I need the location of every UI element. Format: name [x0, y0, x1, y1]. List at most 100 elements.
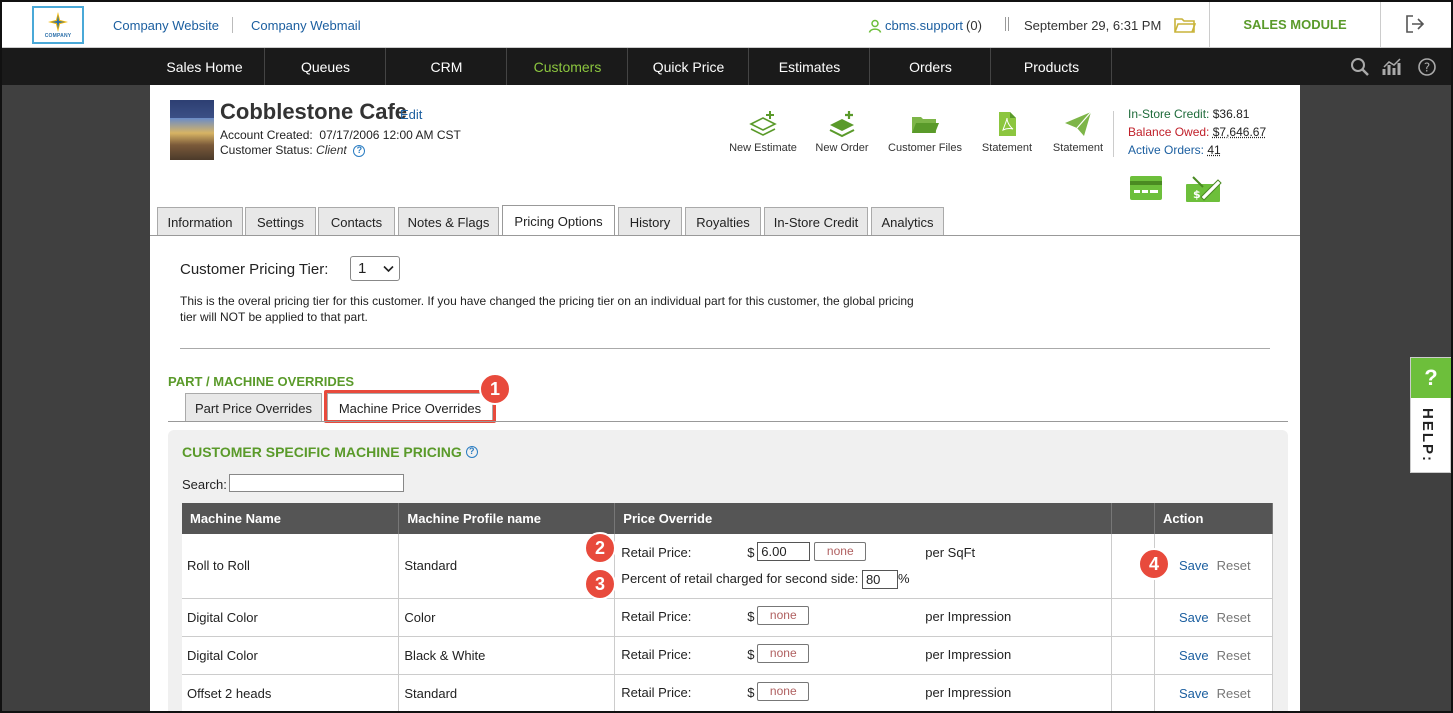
- save-button[interactable]: Save: [1179, 686, 1209, 701]
- statement-pdf-button[interactable]: Statement: [967, 110, 1047, 154]
- statement-send-button[interactable]: Statement: [1038, 110, 1118, 154]
- write-check-icon[interactable]: $: [1185, 175, 1223, 203]
- pricing-tier-select[interactable]: 1: [350, 256, 400, 281]
- tab-settings[interactable]: Settings: [245, 207, 316, 236]
- col-machine-name: Machine Name: [182, 503, 400, 534]
- reset-button[interactable]: Reset: [1217, 610, 1251, 625]
- retail-price-input[interactable]: 6.00: [757, 542, 811, 562]
- machine-name: Digital Color: [182, 636, 400, 675]
- info-icon[interactable]: ?: [465, 446, 478, 458]
- pdf-icon: [999, 112, 1016, 136]
- divider: [1005, 17, 1009, 31]
- pricing-tier-description: This is the overal pricing tier for this…: [180, 294, 914, 324]
- pricing-tier-value: 1: [358, 260, 367, 277]
- new-estimate-button[interactable]: New Estimate: [723, 110, 803, 154]
- save-button[interactable]: Save: [1179, 648, 1209, 663]
- credit-card-icon[interactable]: [1129, 175, 1163, 201]
- help-widget[interactable]: ? HELP:: [1410, 357, 1451, 473]
- reset-button[interactable]: Reset: [1217, 558, 1251, 573]
- retail-price-label: Retail Price:: [621, 545, 692, 561]
- user-icon: [868, 19, 882, 33]
- step-badge-3: 3: [584, 568, 616, 600]
- tab-part-price-overrides[interactable]: Part Price Overrides: [185, 393, 322, 422]
- unit-label: per SqFt: [925, 545, 976, 561]
- machine-name: Roll to Roll: [182, 534, 400, 599]
- blank-cell: [1111, 636, 1155, 675]
- nav-customers[interactable]: Customers: [508, 48, 628, 85]
- customer-name: Cobblestone Cafe: [220, 99, 408, 124]
- customer-photo: [170, 100, 214, 160]
- divider: [1113, 111, 1114, 157]
- new-order-label: New Order: [815, 142, 869, 154]
- reset-button[interactable]: Reset: [1217, 686, 1251, 701]
- profile-name: Color: [398, 598, 616, 637]
- edit-customer-link[interactable]: Edit: [400, 107, 422, 122]
- machine-name: Digital Color: [182, 598, 400, 637]
- nav-estimates[interactable]: Estimates: [750, 48, 870, 85]
- nav-quick-price[interactable]: Quick Price: [629, 48, 749, 85]
- action-cell: Save Reset: [1154, 598, 1274, 637]
- company-logo[interactable]: COMPANY: [32, 6, 84, 44]
- datetime: September 29, 6:31 PM: [1024, 18, 1162, 33]
- company-website-link[interactable]: Company Website: [113, 18, 219, 33]
- customer-status-value: Client: [316, 143, 347, 157]
- help-icon[interactable]: ?: [1417, 57, 1437, 77]
- tab-contacts[interactable]: Contacts: [318, 207, 395, 236]
- currency-sign: $: [747, 647, 755, 662]
- search-icon[interactable]: [1350, 57, 1370, 77]
- unit-label: per Impression: [925, 609, 1012, 624]
- instore-credit-value: $36.81: [1212, 107, 1250, 121]
- tab-notes-flags[interactable]: Notes & Flags: [398, 207, 499, 236]
- company-webmail-link[interactable]: Company Webmail: [251, 18, 361, 33]
- stack-plus-icon: [829, 111, 855, 138]
- second-side-label: Percent of retail charged for second sid…: [621, 571, 859, 587]
- svg-text:$: $: [1193, 188, 1201, 201]
- reset-button[interactable]: Reset: [1217, 648, 1251, 663]
- currency-sign: $: [747, 685, 755, 700]
- user-count: (0): [966, 18, 982, 33]
- none-button[interactable]: none: [757, 644, 810, 663]
- none-button[interactable]: none: [757, 682, 810, 701]
- save-button[interactable]: Save: [1179, 610, 1209, 625]
- sales-module-label[interactable]: SALES MODULE: [1210, 0, 1380, 48]
- customer-files-button[interactable]: Customer Files: [885, 110, 965, 154]
- status-info-icon[interactable]: ?: [353, 144, 366, 157]
- user-menu[interactable]: cbms.support (0): [868, 18, 982, 33]
- logo-text: COMPANY: [44, 32, 72, 39]
- nav-queues[interactable]: Queues: [266, 48, 386, 85]
- chevron-down-icon: [383, 265, 394, 272]
- statement-pdf-label: Statement: [981, 142, 1033, 154]
- new-order-button[interactable]: New Order: [802, 110, 882, 154]
- nav-sales-home[interactable]: Sales Home: [145, 48, 265, 85]
- step-badge-2: 2: [584, 532, 616, 564]
- price-override-cell: Retail Price: $ 6.00 none per SqFt Perce…: [614, 534, 1112, 599]
- logout-icon[interactable]: [1404, 14, 1426, 34]
- save-button[interactable]: Save: [1179, 558, 1209, 573]
- search-input[interactable]: [229, 474, 404, 492]
- nav-products[interactable]: Products: [992, 48, 1112, 85]
- action-cell: Save Reset: [1154, 534, 1274, 599]
- tab-pricing-options[interactable]: Pricing Options: [502, 205, 615, 236]
- top-bar: COMPANY Company Website Company Webmail …: [0, 0, 1453, 48]
- tab-information[interactable]: Information: [157, 207, 243, 236]
- tab-analytics[interactable]: Analytics: [871, 207, 944, 236]
- tab-history[interactable]: History: [618, 207, 682, 236]
- profile-name: Standard: [398, 534, 616, 599]
- new-estimate-label: New Estimate: [729, 142, 797, 154]
- folder-icon[interactable]: [1174, 16, 1196, 34]
- stats-icon[interactable]: [1382, 57, 1404, 77]
- second-side-input[interactable]: 80: [861, 570, 898, 590]
- retail-price-label: Retail Price:: [621, 647, 692, 662]
- tab-instore-credit[interactable]: In-Store Credit: [764, 207, 868, 236]
- table-row: Offset 2 heads Standard Retail Price: $ …: [182, 674, 1274, 713]
- none-button[interactable]: none: [814, 542, 867, 562]
- active-orders-value[interactable]: 41: [1207, 143, 1220, 157]
- action-cell: Save Reset: [1154, 674, 1274, 713]
- balance-owed-value[interactable]: $7,646.67: [1213, 125, 1266, 139]
- none-button[interactable]: none: [757, 606, 810, 625]
- tab-royalties[interactable]: Royalties: [685, 207, 761, 236]
- search-label: Search:: [182, 477, 227, 492]
- nav-crm[interactable]: CRM: [387, 48, 507, 85]
- nav-orders[interactable]: Orders: [871, 48, 991, 85]
- blank-cell: [1111, 674, 1155, 713]
